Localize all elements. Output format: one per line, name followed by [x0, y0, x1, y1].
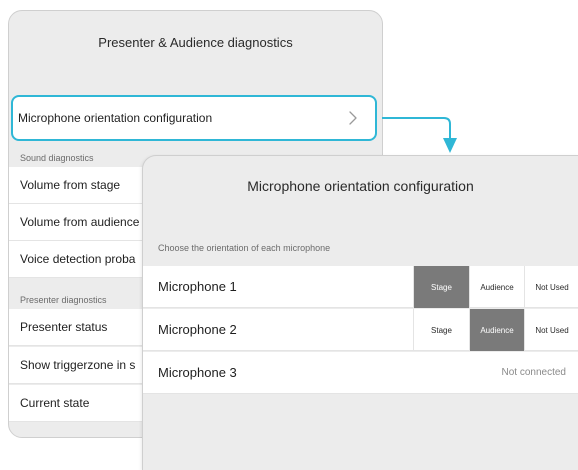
- mic-status-text: Not connected: [501, 367, 567, 378]
- sound-item-label: Volume from audience: [20, 215, 140, 229]
- mic2-not-used-option[interactable]: Not Used: [524, 309, 578, 351]
- microphone-label: Microphone 2: [158, 322, 237, 337]
- sound-section-label: Sound diagnostics: [20, 153, 94, 163]
- microphone-row: Microphone 2 Stage Audience Not Used: [143, 309, 578, 351]
- presenter-item-label: Current state: [20, 396, 90, 410]
- sound-item-label: Volume from stage: [20, 178, 121, 192]
- sound-item-label: Voice detection proba: [20, 252, 136, 266]
- microphone-row: Microphone 3 Not connected: [143, 352, 578, 394]
- microphone-orientation-configuration-row[interactable]: Microphone orientation configuration: [11, 95, 377, 141]
- microphone-row: Microphone 1 Stage Audience Not Used: [143, 266, 578, 308]
- presenter-item-label: Presenter status: [20, 320, 108, 334]
- mic1-not-used-option[interactable]: Not Used: [524, 266, 578, 308]
- mic1-audience-option[interactable]: Audience: [469, 266, 524, 308]
- mic2-audience-option[interactable]: Audience: [469, 309, 524, 351]
- mic-config-row-label: Microphone orientation configuration: [18, 111, 213, 125]
- presenter-section-label: Presenter diagnostics: [20, 295, 107, 305]
- panel-title: Presenter & Audience diagnostics: [98, 35, 293, 50]
- microphone-orientation-panel: Microphone orientation configuration Cho…: [142, 155, 578, 470]
- microphone-label: Microphone 3: [158, 365, 237, 380]
- mic1-stage-option[interactable]: Stage: [413, 266, 469, 308]
- presenter-item-label: Show triggerzone in s: [20, 358, 136, 372]
- panel-title: Microphone orientation configuration: [247, 178, 474, 194]
- chevron-right-icon: [343, 108, 363, 128]
- diagnostics-illustration: Presenter & Audience diagnostics Volume …: [0, 0, 578, 470]
- mic2-stage-option[interactable]: Stage: [413, 309, 469, 351]
- panel-subtitle: Choose the orientation of each microphon…: [158, 243, 331, 253]
- microphone-label: Microphone 1: [158, 279, 237, 294]
